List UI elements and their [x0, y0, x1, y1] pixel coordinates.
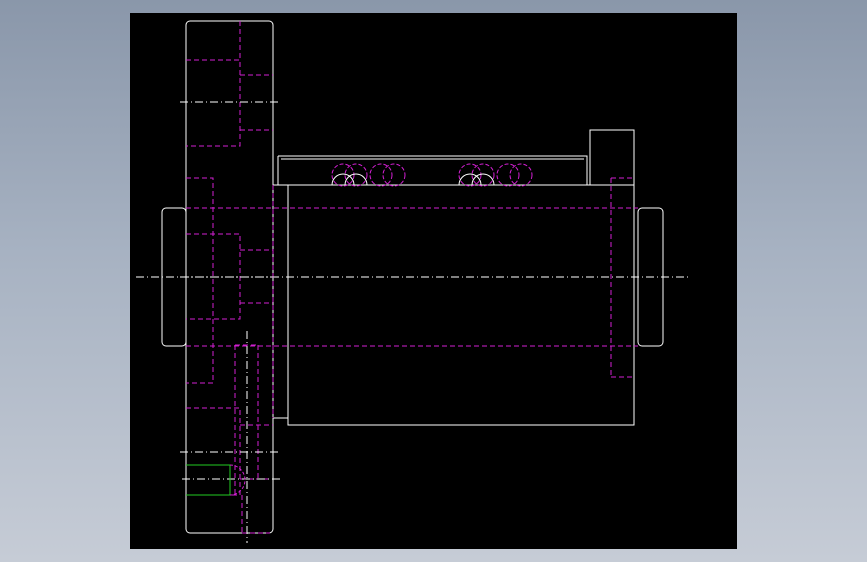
ball-circuit-visible [331, 173, 495, 186]
grease-nipple-body [186, 464, 231, 496]
key-block-outline [589, 129, 635, 185]
ball-8 [509, 163, 533, 187]
nut-body-step [273, 184, 289, 419]
ball-3 [369, 163, 393, 187]
grease-nipple-tip [229, 464, 246, 496]
return-housing-outline [277, 155, 588, 185]
top-bolt-hole [186, 59, 241, 147]
ball-circuit [331, 163, 533, 187]
ball-4 [382, 163, 406, 187]
nut-body-outline [287, 184, 635, 426]
center-lines [136, 101, 690, 543]
ball-7 [496, 163, 520, 187]
cad-viewport[interactable] [130, 13, 737, 549]
flange-bottom-hidden [241, 495, 270, 534]
mid-left-hole [186, 177, 214, 384]
cad-drawing [136, 20, 690, 543]
grease-nipple [186, 464, 246, 496]
